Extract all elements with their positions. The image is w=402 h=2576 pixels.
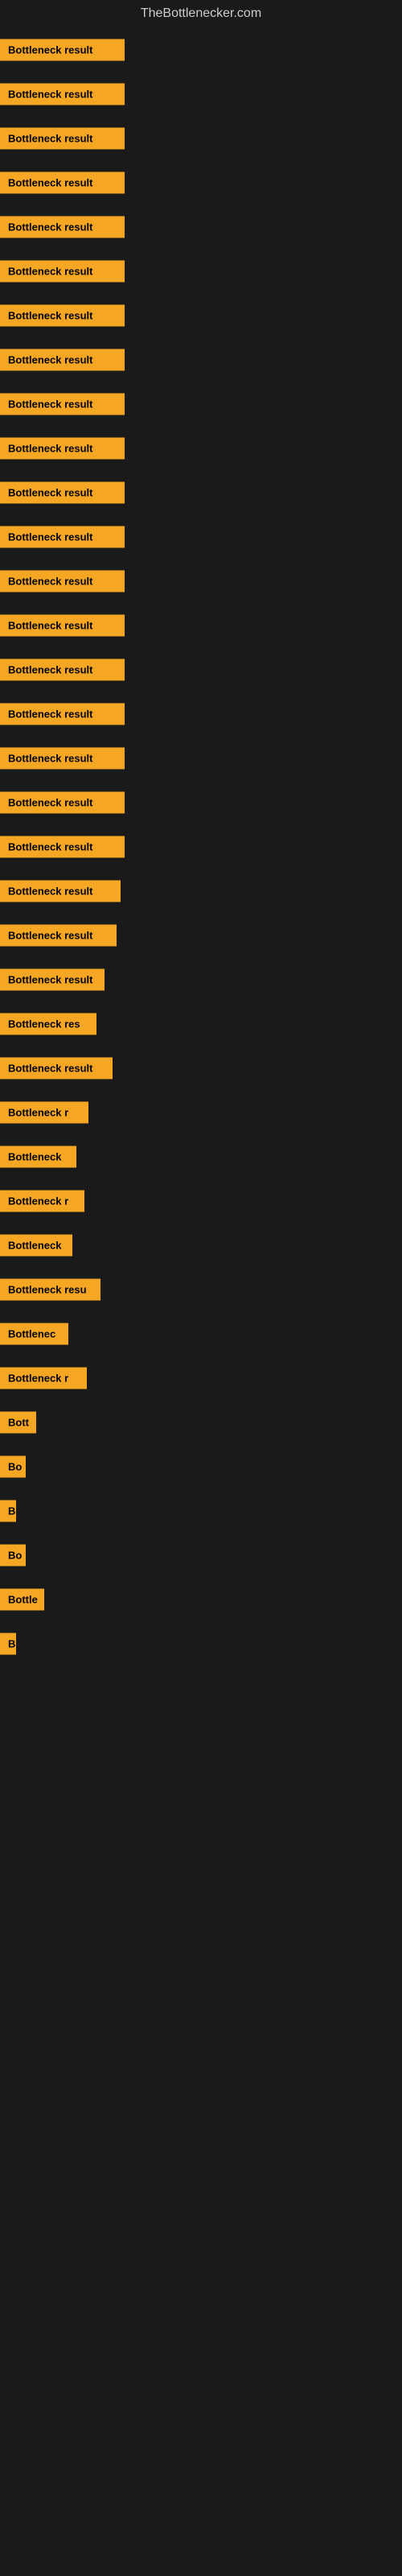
bottleneck-badge[interactable]: Bottleneck r xyxy=(0,1101,88,1123)
bottleneck-badge[interactable]: Bottleneck result xyxy=(0,968,105,990)
bottleneck-badge[interactable]: Bottleneck result xyxy=(0,216,125,237)
bottleneck-badge[interactable]: Bottleneck res xyxy=(0,1013,96,1034)
bottleneck-badge[interactable]: Bo xyxy=(0,1544,26,1566)
bottleneck-item: Bottleneck r xyxy=(0,1356,402,1400)
bottleneck-item: Bottleneck r xyxy=(0,1179,402,1223)
bottleneck-badge[interactable]: Bottleneck result xyxy=(0,481,125,503)
bottleneck-item: Bo xyxy=(0,1533,402,1577)
bottleneck-item: Bottleneck result xyxy=(0,824,402,869)
bottleneck-item: Bottleneck result xyxy=(0,382,402,426)
bottleneck-badge[interactable]: Bottleneck xyxy=(0,1234,72,1256)
bottleneck-item: Bottleneck result xyxy=(0,249,402,293)
bottleneck-item: Bottleneck result xyxy=(0,869,402,913)
bottleneck-item: Bottleneck result xyxy=(0,160,402,204)
bottleneck-item: Bottleneck result xyxy=(0,514,402,559)
bottleneck-item: Bottlenec xyxy=(0,1311,402,1356)
bottleneck-item: Bottleneck res xyxy=(0,1001,402,1046)
bottleneck-badge[interactable]: Bottleneck result xyxy=(0,83,125,105)
bottleneck-badge[interactable]: Bottleneck r xyxy=(0,1190,84,1212)
bottleneck-item: Bottleneck result xyxy=(0,293,402,337)
bottleneck-badge[interactable]: Bottleneck result xyxy=(0,526,125,547)
bottleneck-badge[interactable]: Bottleneck result xyxy=(0,171,125,193)
bottleneck-item: Bottleneck result xyxy=(0,1046,402,1090)
bottleneck-badge[interactable]: Bottleneck result xyxy=(0,836,125,857)
bottleneck-container: TheBottlenecker.com Bottleneck result Bot… xyxy=(0,0,402,2511)
bottleneck-badge[interactable]: Bottleneck result xyxy=(0,614,125,636)
bottleneck-badge[interactable]: Bottleneck r xyxy=(0,1367,87,1389)
bottleneck-badge[interactable]: Bottleneck result xyxy=(0,260,125,282)
bottleneck-badge[interactable]: Bottleneck result xyxy=(0,393,125,415)
bottleneck-badge[interactable]: Bo xyxy=(0,1455,26,1477)
bottleneck-item: Bottleneck xyxy=(0,1134,402,1179)
bottleneck-badge[interactable]: B xyxy=(0,1633,16,1654)
bottleneck-item: Bottleneck result xyxy=(0,27,402,72)
bottleneck-badge[interactable]: Bottleneck result xyxy=(0,703,125,724)
bottleneck-item: Bottleneck result xyxy=(0,736,402,780)
bottleneck-item: Bo xyxy=(0,1444,402,1488)
bottleneck-item: B xyxy=(0,1488,402,1533)
bottleneck-item: Bottleneck result xyxy=(0,337,402,382)
bottleneck-badge[interactable]: Bottleneck result xyxy=(0,747,125,769)
bottleneck-item: Bottleneck result xyxy=(0,204,402,249)
bottleneck-badge[interactable]: Bottleneck result xyxy=(0,437,125,459)
bottleneck-item: Bottleneck result xyxy=(0,603,402,647)
bottleneck-item: Bottle xyxy=(0,1577,402,1621)
bottleneck-badge[interactable]: Bottleneck result xyxy=(0,349,125,370)
bottleneck-item: Bottleneck result xyxy=(0,116,402,160)
bottleneck-badge[interactable]: Bottle xyxy=(0,1588,44,1610)
bottleneck-badge[interactable]: Bottleneck result xyxy=(0,304,125,326)
bottleneck-badge[interactable]: Bottleneck result xyxy=(0,570,125,592)
bottleneck-badge[interactable]: Bottleneck result xyxy=(0,924,117,946)
bottom-spacer xyxy=(0,1666,402,2511)
bottleneck-badge[interactable]: Bottleneck result xyxy=(0,39,125,60)
bottleneck-badge[interactable]: Bottleneck xyxy=(0,1146,76,1167)
bottleneck-item: Bottleneck result xyxy=(0,470,402,514)
bottleneck-item: B xyxy=(0,1621,402,1666)
bottleneck-badge[interactable]: Bottleneck result xyxy=(0,791,125,813)
bottleneck-badge[interactable]: Bott xyxy=(0,1411,36,1433)
bottleneck-item: Bottleneck result xyxy=(0,913,402,957)
bottleneck-item: Bottleneck result xyxy=(0,72,402,116)
bottleneck-badge[interactable]: Bottlenec xyxy=(0,1323,68,1344)
bottleneck-badge[interactable]: Bottleneck result xyxy=(0,127,125,149)
bottleneck-item: Bottleneck result xyxy=(0,426,402,470)
bottleneck-badge[interactable]: Bottleneck result xyxy=(0,658,125,680)
bottleneck-item: Bottleneck result xyxy=(0,957,402,1001)
bottleneck-item: Bottleneck result xyxy=(0,780,402,824)
bottleneck-item: Bottleneck xyxy=(0,1223,402,1267)
bottleneck-badge[interactable]: Bottleneck result xyxy=(0,880,121,902)
bottleneck-item: Bott xyxy=(0,1400,402,1444)
bottleneck-item: Bottleneck result xyxy=(0,691,402,736)
bottleneck-badge[interactable]: Bottleneck resu xyxy=(0,1278,100,1300)
site-title: TheBottlenecker.com xyxy=(0,0,402,27)
bottleneck-item: Bottleneck r xyxy=(0,1090,402,1134)
bottleneck-badge[interactable]: B xyxy=(0,1500,16,1521)
bottleneck-item: Bottleneck resu xyxy=(0,1267,402,1311)
bottleneck-item: Bottleneck result xyxy=(0,647,402,691)
bottleneck-badge[interactable]: Bottleneck result xyxy=(0,1057,113,1079)
bottleneck-item: Bottleneck result xyxy=(0,559,402,603)
